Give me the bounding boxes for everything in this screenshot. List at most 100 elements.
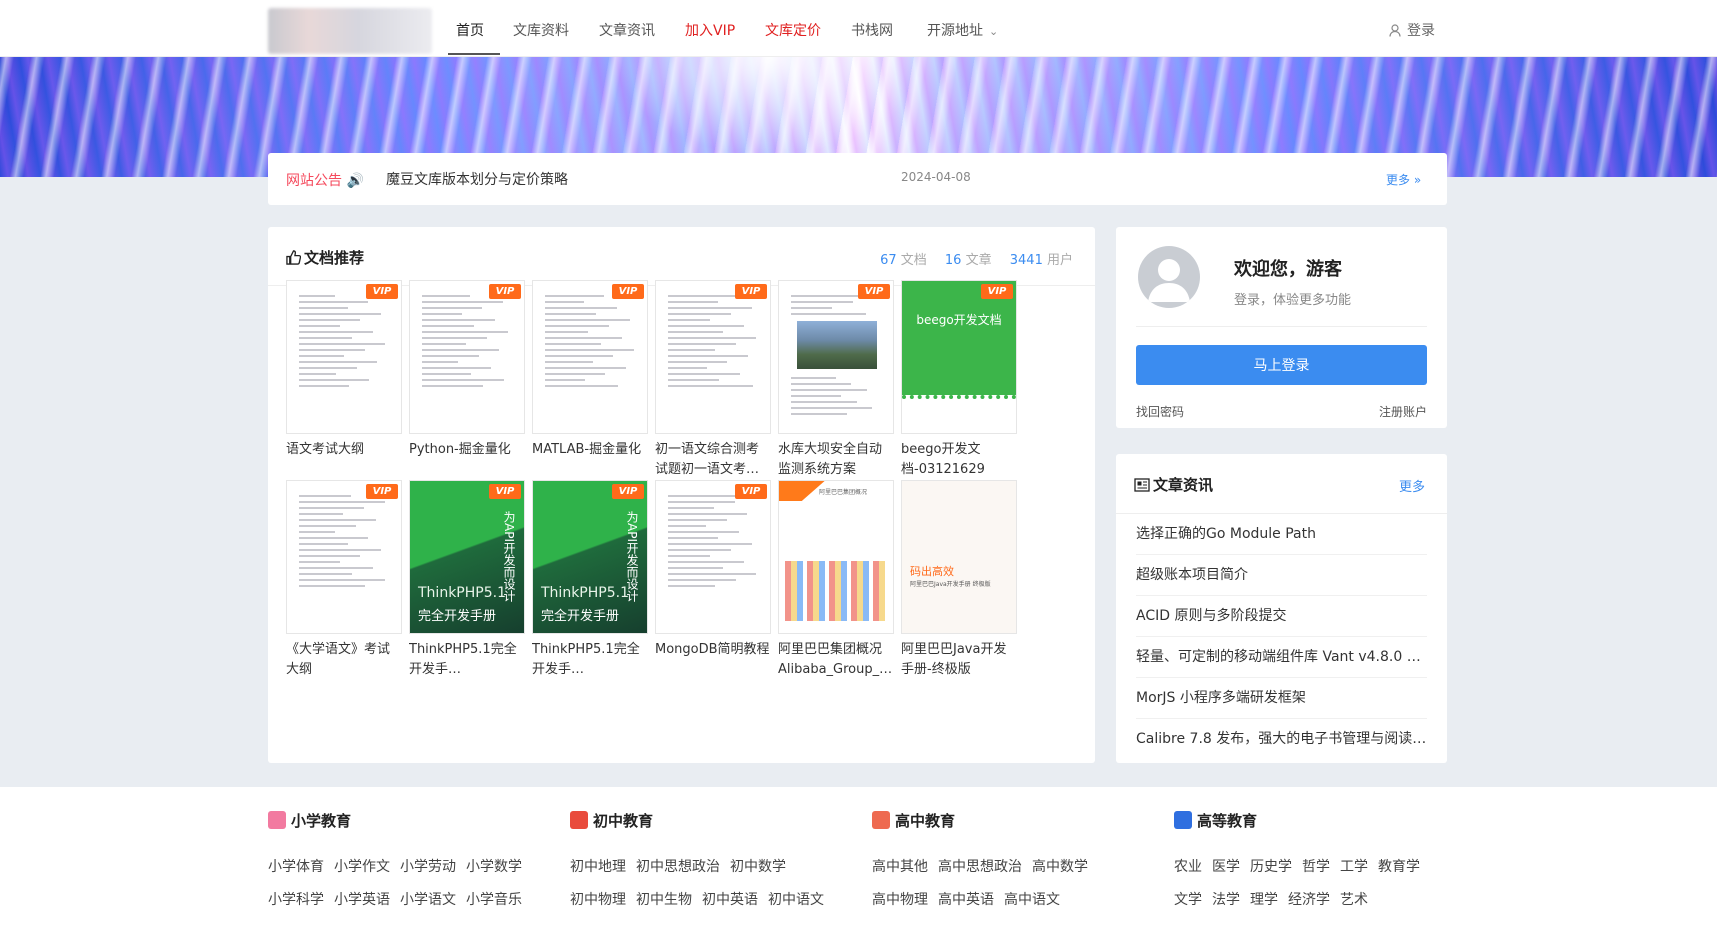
document-cover[interactable]: VIP [286,280,402,434]
document-cover[interactable]: VIP [532,280,648,434]
category-link[interactable]: 医学 [1212,851,1240,884]
nav-open-source[interactable]: 开源地址 ⌄ [927,20,998,40]
category-link[interactable]: 高中物理 [872,884,928,917]
category-link[interactable]: 初中生物 [636,884,692,917]
category-link[interactable]: 文学 [1174,884,1202,917]
document-cover[interactable]: VIP [655,280,771,434]
document-title[interactable]: 阿里巴巴集团概况Alibaba_Group_… [778,640,894,680]
article-item[interactable]: MorJS 小程序多端研发框架 [1136,678,1427,719]
document-card[interactable]: VIP MongoDB简明教程 [655,480,771,680]
document-card[interactable]: VIP 《大学语文》考试大纲 [286,480,402,680]
category-link[interactable]: 高中其他 [872,851,928,884]
category-title[interactable]: 高中教育 [872,809,1162,833]
article-item[interactable]: 选择正确的Go Module Path [1136,514,1427,555]
category-link[interactable]: 历史学 [1250,851,1292,884]
category-link[interactable]: 工学 [1340,851,1368,884]
category-link[interactable]: 小学体育 [268,851,324,884]
category-link[interactable]: 小学音乐 [466,884,522,917]
document-card[interactable]: beego开发文档 VIP beego开发文档-03121629 [901,280,1017,480]
site-logo[interactable] [268,8,432,54]
document-card[interactable]: VIP 水库大坝安全自动监测系统方案 [778,280,894,480]
category-title[interactable]: 高等教育 [1174,809,1464,833]
category-link[interactable]: 艺术 [1340,884,1368,917]
category-link[interactable]: 高中思想政治 [938,851,1022,884]
nav-home[interactable]: 首页 [456,20,484,40]
category-link[interactable]: 经济学 [1288,884,1330,917]
document-title[interactable]: Python-掘金量化 [409,440,525,480]
document-card[interactable]: 为API开发而设计 ThinkPHP5.1 完全开发手册 VIP ThinkPHP5.1… [409,480,525,680]
document-card[interactable]: VIP Python-掘金量化 [409,280,525,480]
document-card[interactable]: VIP 初一语文综合测考试题初一语文考… [655,280,771,480]
article-item[interactable]: ACID 原则与多阶段提交 [1136,596,1427,637]
category-link[interactable]: 农业 [1174,851,1202,884]
category-link[interactable]: 初中数学 [730,851,786,884]
document-cover[interactable]: 为API开发而设计 ThinkPHP5.1 完全开发手册 VIP [532,480,648,634]
document-card[interactable]: VIP 语文考试大纲 [286,280,402,480]
stat-docs-count: 67 [880,253,897,268]
category-link[interactable]: 小学劳动 [400,851,456,884]
document-title[interactable]: 水库大坝安全自动监测系统方案 [778,440,894,480]
document-cover[interactable]: 阿里巴巴集团概况 [778,480,894,634]
document-text-preview [422,295,512,391]
document-title[interactable]: 阿里巴巴Java开发手册-终极版 [901,640,1017,680]
stat-users-label: 用户 [1046,253,1073,268]
category-link[interactable]: 初中英语 [702,884,758,917]
document-title[interactable]: beego开发文档-03121629 [901,440,1017,480]
document-title[interactable]: MongoDB简明教程 [655,640,771,680]
document-cover[interactable]: VIP [655,480,771,634]
notice-more-link[interactable]: 更多 » [1386,171,1421,188]
category-link[interactable]: 初中地理 [570,851,626,884]
document-title[interactable]: 初一语文综合测考试题初一语文考… [655,440,771,480]
default-avatar-icon [1148,259,1190,302]
category-link[interactable]: 初中物理 [570,884,626,917]
article-item[interactable]: 轻量、可定制的移动端组件库 Vant v4.8.0 发布 [1136,637,1427,678]
document-cover[interactable]: VIP [409,280,525,434]
document-title[interactable]: ThinkPHP5.1完全开发手… [532,640,648,680]
category-link[interactable]: 小学数学 [466,851,522,884]
category-link[interactable]: 小学科学 [268,884,324,917]
category-link[interactable]: 法学 [1212,884,1240,917]
register-link[interactable]: 注册账户 [1379,403,1427,420]
document-card[interactable]: 阿里巴巴集团概况阿里巴巴集团概况Alibaba_Group_… [778,480,894,680]
login-now-button[interactable]: 马上登录 [1136,345,1427,385]
document-title[interactable]: 语文考试大纲 [286,440,402,480]
category-title[interactable]: 小学教育 [268,809,558,833]
category-link[interactable]: 小学英语 [334,884,390,917]
nav-library[interactable]: 文库资料 [513,20,569,40]
category-link[interactable]: 小学作文 [334,851,390,884]
document-cover[interactable]: VIP [286,480,402,634]
document-card[interactable]: 码出高效 阿里巴巴Java开发手册 终极版阿里巴巴Java开发手册-终极版 [901,480,1017,680]
nav-articles[interactable]: 文章资讯 [599,20,655,40]
category-link[interactable]: 高中数学 [1032,851,1088,884]
category-title[interactable]: 初中教育 [570,809,860,833]
category-link[interactable]: 高中英语 [938,884,994,917]
login-link[interactable]: 登录 [1389,20,1435,40]
nav-join-vip[interactable]: 加入VIP [685,20,735,40]
document-title[interactable]: 《大学语文》考试大纲 [286,640,402,680]
article-item[interactable]: Calibre 7.8 发布，强大的电子书管理与阅读软件 [1136,719,1427,760]
document-cover[interactable]: beego开发文档 VIP [901,280,1017,434]
vip-badge: VIP [981,284,1013,299]
category-link[interactable]: 初中思想政治 [636,851,720,884]
articles-more-link[interactable]: 更多 [1399,476,1425,495]
find-password-link[interactable]: 找回密码 [1136,403,1184,420]
article-item[interactable]: 超级账本项目简介 [1136,555,1427,596]
document-cover[interactable]: 码出高效 阿里巴巴Java开发手册 终极版 [901,480,1017,634]
category-link[interactable]: 初中语文 [768,884,824,917]
notice-title[interactable]: 魔豆文库版本划分与定价策略 [386,169,568,189]
category-link[interactable]: 小学语文 [400,884,456,917]
document-text-preview [668,295,758,391]
document-cover[interactable]: 为API开发而设计 ThinkPHP5.1 完全开发手册 VIP [409,480,525,634]
category-link[interactable]: 教育学 [1378,851,1420,884]
nav-bookstack[interactable]: 书栈网 [851,20,893,40]
document-card[interactable]: 为API开发而设计 ThinkPHP5.1 完全开发手册 VIP ThinkPHP5.1… [532,480,648,680]
document-title[interactable]: ThinkPHP5.1完全开发手… [409,640,525,680]
nav-pricing[interactable]: 文库定价 [765,20,821,40]
document-card[interactable]: VIP MATLAB-掘金量化 [532,280,648,480]
category-link[interactable]: 理学 [1250,884,1278,917]
notice-date: 2024-04-08 [901,170,971,184]
document-title[interactable]: MATLAB-掘金量化 [532,440,648,480]
document-cover[interactable]: VIP [778,280,894,434]
category-link[interactable]: 高中语文 [1004,884,1060,917]
category-link[interactable]: 哲学 [1302,851,1330,884]
